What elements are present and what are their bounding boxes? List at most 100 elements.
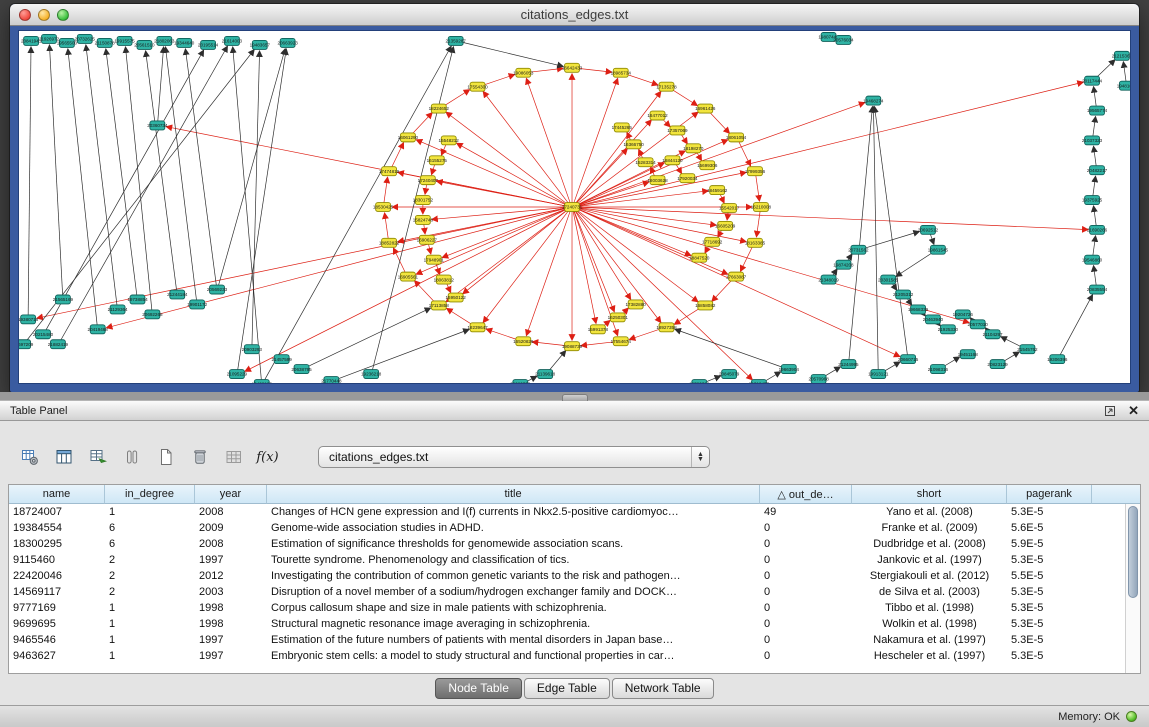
table-cell[interactable]: Investigating the contribution of common… <box>267 570 760 582</box>
panel-resize-grip[interactable] <box>562 394 588 401</box>
graph-edge[interactable] <box>146 51 177 292</box>
graph-edge[interactable] <box>575 209 753 380</box>
minimize-window-button[interactable] <box>38 9 50 21</box>
table-cell[interactable]: Changes of HCN gene expression and I(f) … <box>267 506 760 518</box>
table-cell[interactable]: 5.3E-5 <box>1007 506 1092 518</box>
trash-button[interactable] <box>186 444 213 470</box>
table-cell[interactable]: 22420046 <box>9 570 105 582</box>
table-cell[interactable]: 2009 <box>195 522 267 534</box>
graph-edge[interactable] <box>442 208 568 258</box>
table-cell[interactable]: Tibbo et al. (1998) <box>852 602 1007 614</box>
graph-edge[interactable] <box>708 111 729 134</box>
table-cell[interactable]: Disruption of a novel member of a sodium… <box>267 586 760 598</box>
graph-edge[interactable] <box>233 47 262 381</box>
table-cell[interactable]: Stergiakouli et al. (2012) <box>852 570 1007 582</box>
table-cell[interactable]: 0 <box>760 586 852 598</box>
graph-edge[interactable] <box>414 281 435 304</box>
graph-edge[interactable] <box>756 210 760 237</box>
graph-edge[interactable] <box>218 49 285 287</box>
table-row[interactable]: 2242004622012Investigating the contribut… <box>9 568 1125 584</box>
graph-edge[interactable] <box>446 209 569 302</box>
table-cell[interactable]: 49 <box>760 506 852 518</box>
table-cell[interactable]: 5.6E-5 <box>1007 522 1092 534</box>
table-cell[interactable]: 2008 <box>195 538 267 550</box>
table-row[interactable]: 1872400712008Changes of HCN gene express… <box>9 504 1125 520</box>
column-header-year[interactable]: year <box>195 485 267 504</box>
table-cell[interactable]: 18300295 <box>9 538 105 550</box>
table-cell[interactable]: 1997 <box>195 634 267 646</box>
graph-edge[interactable] <box>185 49 216 287</box>
graph-edge[interactable] <box>457 143 569 205</box>
table-cell[interactable]: 0 <box>760 618 852 630</box>
function-builder-button[interactable]: f(x) <box>254 444 281 470</box>
column-header-pagerank[interactable]: pagerank <box>1007 485 1092 504</box>
table-cell[interactable]: 2 <box>105 554 195 566</box>
table-selector-dropdown[interactable]: citations_edges.txt▲▼ <box>318 446 710 468</box>
table-cell[interactable]: 1 <box>105 602 195 614</box>
table-cell[interactable]: 9115460 <box>9 554 105 566</box>
graph-edge[interactable] <box>305 308 430 368</box>
table-cell[interactable]: 6 <box>105 538 195 550</box>
graph-edge[interactable] <box>576 207 1088 229</box>
table-cell[interactable]: 0 <box>760 554 852 566</box>
tab-edge-table[interactable]: Edge Table <box>524 678 610 699</box>
graph-edge[interactable] <box>526 210 570 336</box>
graph-edge[interactable] <box>238 49 287 371</box>
table-cell[interactable]: 2 <box>105 586 195 598</box>
table-cell[interactable]: 5.3E-5 <box>1007 602 1092 614</box>
graph-edge[interactable] <box>165 47 196 302</box>
column-header-out_de[interactable]: △ out_de… <box>760 485 852 504</box>
graph-edge[interactable] <box>385 213 389 240</box>
graph-edge[interactable] <box>106 208 568 328</box>
graph-edge[interactable] <box>442 90 470 107</box>
table-cell[interactable]: 1 <box>105 506 195 518</box>
table-cell[interactable]: Estimation of significance thresholds fo… <box>267 538 760 550</box>
graph-edge[interactable] <box>896 251 935 276</box>
network-canvas[interactable]: 1724073118530425174748191606129018224652… <box>19 31 1130 383</box>
table-cell[interactable]: 0 <box>760 634 852 646</box>
show-columns-button[interactable] <box>50 444 77 470</box>
graph-edge[interactable] <box>1093 116 1096 137</box>
table-cell[interactable]: 0 <box>760 650 852 662</box>
graph-edge[interactable] <box>575 209 698 302</box>
graph-edge[interactable] <box>447 308 475 325</box>
table-cell[interactable]: 5.3E-5 <box>1007 586 1092 598</box>
table-cell[interactable]: Structural magnetic resonance image aver… <box>267 618 760 630</box>
graph-edge[interactable] <box>573 210 596 324</box>
table-cell[interactable]: 2003 <box>195 586 267 598</box>
table-cell[interactable]: 0 <box>760 538 852 550</box>
graph-edge[interactable] <box>384 177 388 204</box>
table-cell[interactable]: Estimation of the future numbers of pati… <box>267 634 760 646</box>
table-cell[interactable]: Dudbridge et al. (2008) <box>852 538 1007 550</box>
graph-edge[interactable] <box>446 112 569 205</box>
graph-edge[interactable] <box>68 49 97 326</box>
table-row[interactable]: 946362711997Embryonic stem cells: a mode… <box>9 648 1125 664</box>
zoom-window-button[interactable] <box>57 9 69 21</box>
table-cell[interactable]: 5.3E-5 <box>1007 650 1092 662</box>
table-cell[interactable]: 6 <box>105 522 195 534</box>
graph-edge[interactable] <box>670 88 698 105</box>
table-cell[interactable]: Corpus callosum shape and size in male p… <box>267 602 760 614</box>
table-cell[interactable]: 0 <box>760 522 852 534</box>
graph-edge[interactable] <box>1093 176 1096 197</box>
graph-edge[interactable] <box>411 113 432 136</box>
table-cell[interactable]: Embryonic stem cells: a model to study s… <box>267 650 760 662</box>
table-cell[interactable]: 0 <box>760 570 852 582</box>
graph-edge[interactable] <box>576 82 1083 206</box>
close-panel-button[interactable]: ✕ <box>1128 404 1139 417</box>
table-cell[interactable]: 5.9E-5 <box>1007 538 1092 550</box>
graph-edge[interactable] <box>460 42 564 67</box>
graph-edge[interactable] <box>573 78 617 204</box>
graph-edge[interactable] <box>49 45 62 297</box>
graph-edge[interactable] <box>873 107 878 371</box>
graph-edge[interactable] <box>391 143 404 169</box>
table-cell[interactable]: 9463627 <box>9 650 105 662</box>
table-cell[interactable]: Yano et al. (2008) <box>852 506 1007 518</box>
graph-edge[interactable] <box>574 210 615 312</box>
graph-edge[interactable] <box>740 245 753 271</box>
graph-edge[interactable] <box>1093 236 1096 257</box>
float-panel-button[interactable] <box>1104 405 1116 417</box>
table-cell[interactable]: 9465546 <box>9 634 105 646</box>
delete-table-button[interactable] <box>220 444 247 470</box>
column-header-name[interactable]: name <box>9 485 105 504</box>
